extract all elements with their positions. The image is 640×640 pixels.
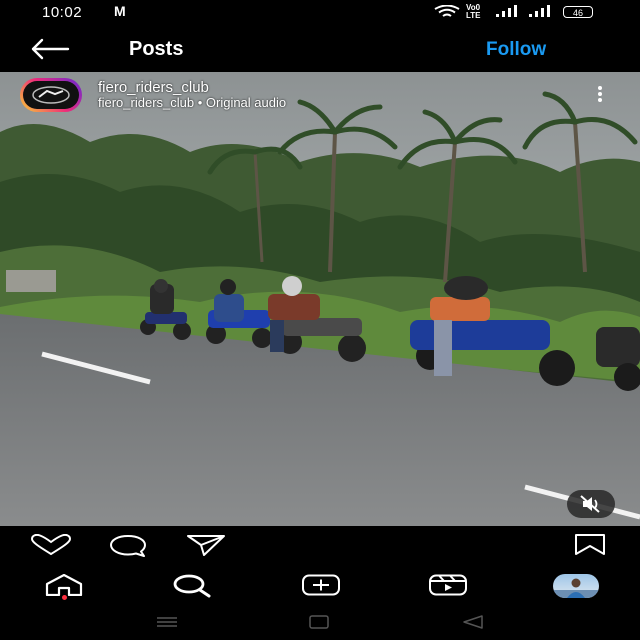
battery-icon: 46 — [563, 6, 593, 18]
heart-icon[interactable] — [30, 534, 72, 556]
speaker-muted-icon — [580, 495, 600, 513]
mute-toggle[interactable] — [567, 490, 615, 518]
club-logo-icon — [32, 86, 70, 104]
system-nav-bar — [0, 606, 640, 640]
more-options-icon[interactable] — [594, 84, 606, 106]
volte-indicator: Vo0 LTE — [466, 3, 481, 20]
profile-avatar[interactable] — [553, 574, 599, 598]
bottom-nav — [0, 566, 640, 606]
post-audio-subtitle[interactable]: fiero_riders_club • Original audio — [98, 95, 286, 110]
comment-icon[interactable] — [107, 534, 149, 558]
recent-apps-icon[interactable] — [156, 616, 178, 628]
notification-dot — [62, 595, 67, 600]
profile-photo-icon — [553, 578, 599, 598]
mail-icon: M — [114, 3, 126, 19]
top-bar: Posts Follow — [0, 26, 640, 72]
reels-icon[interactable] — [428, 574, 468, 596]
post-actions — [0, 526, 640, 566]
home-button-icon[interactable] — [308, 615, 330, 629]
page-title: Posts — [129, 38, 184, 60]
wifi-icon — [434, 5, 460, 17]
account-avatar[interactable] — [20, 78, 82, 112]
follow-button[interactable]: Follow — [486, 39, 546, 61]
post-video[interactable]: fiero_riders_club fiero_riders_club • Or… — [0, 72, 640, 526]
status-bar: 10:02 M Vo0 LTE 46 — [0, 0, 640, 26]
bookmark-icon[interactable] — [574, 534, 606, 556]
back-arrow-icon[interactable] — [30, 38, 70, 60]
back-button-icon[interactable] — [462, 615, 484, 629]
status-time: 10:02 — [42, 4, 83, 21]
search-icon[interactable] — [171, 574, 213, 598]
post-account-name[interactable]: fiero_riders_club — [98, 79, 209, 96]
create-post-icon[interactable] — [301, 574, 341, 596]
signal-icon — [529, 5, 550, 17]
signal-icon — [496, 5, 517, 17]
share-icon[interactable] — [186, 534, 226, 556]
home-icon[interactable] — [44, 574, 84, 596]
